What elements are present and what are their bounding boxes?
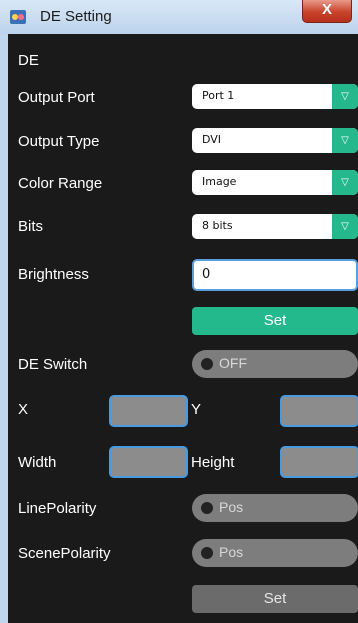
x-label: X bbox=[18, 401, 29, 418]
height-input[interactable] bbox=[280, 446, 358, 478]
de-switch-state: OFF bbox=[219, 355, 247, 371]
output-type-value: DVI bbox=[202, 133, 222, 146]
output-port-select[interactable]: Port 1 ▽ bbox=[192, 84, 358, 109]
settings-panel: DE Output Port Port 1 ▽ Output Type DVI … bbox=[8, 34, 358, 623]
bits-value: 8 bits bbox=[202, 219, 233, 232]
color-range-value: Image bbox=[202, 175, 237, 188]
width-input[interactable] bbox=[109, 446, 188, 478]
output-type-label: Output Type bbox=[18, 133, 100, 150]
scene-polarity-state: Pos bbox=[219, 544, 244, 560]
output-port-value: Port 1 bbox=[202, 89, 235, 102]
brightness-value[interactable]: 0 bbox=[202, 267, 210, 282]
window-title: DE Setting bbox=[40, 8, 112, 25]
toggle-knob bbox=[201, 547, 213, 559]
close-button[interactable]: X bbox=[302, 0, 352, 23]
chevron-down-icon[interactable]: ▽ bbox=[332, 128, 358, 153]
color-range-label: Color Range bbox=[18, 175, 103, 192]
de-switch-toggle[interactable]: OFF bbox=[192, 350, 358, 378]
color-range-select[interactable]: Image ▽ bbox=[192, 170, 358, 195]
section-title: DE bbox=[18, 52, 39, 69]
title-bar: DE Setting X bbox=[0, 0, 358, 34]
y-label: Y bbox=[191, 401, 202, 418]
scene-polarity-label: ScenePolarity bbox=[18, 545, 111, 562]
line-polarity-label: LinePolarity bbox=[18, 500, 97, 517]
bits-label: Bits bbox=[18, 218, 44, 235]
output-type-select[interactable]: DVI ▽ bbox=[192, 128, 358, 153]
chevron-down-icon[interactable]: ▽ bbox=[332, 170, 358, 195]
toggle-knob bbox=[201, 502, 213, 514]
chevron-down-icon[interactable]: ▽ bbox=[332, 214, 358, 239]
brightness-input[interactable]: 0 bbox=[192, 259, 358, 291]
output-port-label: Output Port bbox=[18, 89, 95, 106]
scene-polarity-toggle[interactable]: Pos bbox=[192, 539, 358, 567]
set-button[interactable]: Set bbox=[192, 585, 358, 613]
y-input[interactable] bbox=[280, 395, 358, 427]
brightness-label: Brightness bbox=[18, 266, 89, 283]
line-polarity-toggle[interactable]: Pos bbox=[192, 494, 358, 522]
height-label: Height bbox=[191, 454, 235, 471]
line-polarity-state: Pos bbox=[219, 499, 244, 515]
close-icon: X bbox=[321, 1, 332, 18]
de-switch-label: DE Switch bbox=[18, 356, 88, 373]
de-setting-window: DE Setting X DE Output Port Port 1 ▽ Out… bbox=[0, 0, 358, 623]
chevron-down-icon[interactable]: ▽ bbox=[332, 84, 358, 109]
app-logo-icon bbox=[10, 10, 26, 24]
toggle-knob bbox=[201, 358, 213, 370]
x-input[interactable] bbox=[109, 395, 188, 427]
bits-select[interactable]: 8 bits ▽ bbox=[192, 214, 358, 239]
width-label: Width bbox=[18, 454, 57, 471]
set-button[interactable]: Set bbox=[192, 307, 358, 335]
